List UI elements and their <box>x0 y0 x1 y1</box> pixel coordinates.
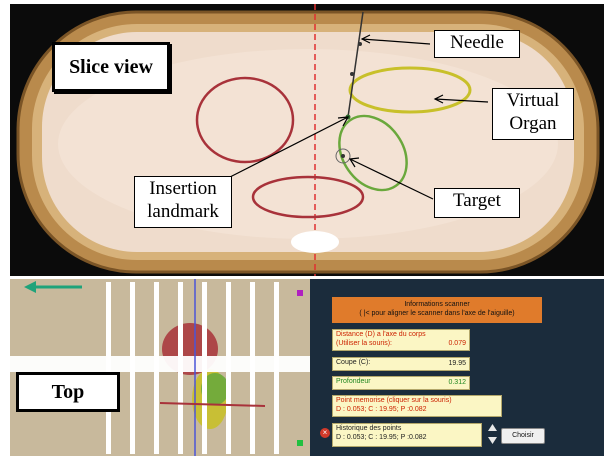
historique-value: D : 0.053; C : 19.95; P :0.082 <box>336 433 427 441</box>
slice-bar <box>178 282 183 454</box>
top-horizontal-bar <box>10 356 310 372</box>
virtual-organ-callout: Virtual Organ <box>492 88 574 140</box>
corner-marker-green <box>297 440 303 446</box>
info-header-title: Informations scanner <box>404 301 470 308</box>
top-view-canvas[interactable] <box>10 279 310 456</box>
chevron-down-icon <box>488 437 497 444</box>
coupe-box: Coupe (C): 19.95 <box>332 357 470 371</box>
slice-bar <box>106 282 111 454</box>
needle-dot-top <box>358 42 362 46</box>
insertion-landmark-callout: Insertion landmark <box>134 176 232 228</box>
slice-bar <box>130 282 135 454</box>
chevron-up-icon <box>488 424 497 431</box>
profondeur-label: Profondeur <box>336 378 371 385</box>
historique-box[interactable]: Historique des points D : 0.053; C : 19.… <box>332 423 482 447</box>
history-stepper[interactable] <box>487 423 498 445</box>
historique-label: Historique des points <box>336 425 402 432</box>
choose-button[interactable]: Choisir <box>501 428 545 444</box>
back-arrow-icon <box>24 281 36 293</box>
profondeur-box: Profondeur 0.312 <box>332 376 470 390</box>
distance-hint: (Utiliser la souris): <box>336 339 393 347</box>
slice-view-title: Slice view <box>52 42 170 92</box>
distance-box: Distance (D) a l'axe du corps (Utiliser … <box>332 329 470 351</box>
slice-bar <box>202 282 207 454</box>
needle-label: Needle <box>450 32 504 53</box>
virtual-organ-label-line2: Organ <box>509 113 557 134</box>
close-icon[interactable]: × <box>320 428 330 438</box>
slice-bar <box>250 282 255 454</box>
needle-dot-mid <box>350 72 354 76</box>
slice-view-panel[interactable]: Slice view Needle Virtual Organ Insertio… <box>10 4 604 276</box>
slice-bar <box>226 282 231 454</box>
distance-value: 0.079 <box>448 340 466 347</box>
insertion-label-line1: Insertion <box>149 178 217 199</box>
coupe-label: Coupe (C): <box>336 359 371 366</box>
target-label: Target <box>453 190 501 211</box>
target-center <box>341 154 345 158</box>
slice-bar <box>154 282 159 454</box>
spine-marker <box>291 231 339 253</box>
distance-label: Distance (D) a l'axe du corps <box>336 331 426 338</box>
virtual-organ-label-line1: Virtual <box>506 90 560 111</box>
needle-callout: Needle <box>434 30 520 58</box>
scanner-info-panel: Informations scanner ( |< pour aligner l… <box>318 279 604 456</box>
memorise-box: Point memorise (cliquer sur la souris) D… <box>332 395 502 417</box>
coupe-value: 19.95 <box>448 360 466 367</box>
info-header[interactable]: Informations scanner ( |< pour aligner l… <box>332 297 542 323</box>
lower-panel: Top Informations scanner ( |< pour align… <box>10 279 604 456</box>
memorise-value: D : 0.053; C : 19.95; P :0.082 <box>336 405 427 413</box>
insertion-label-line2: landmark <box>147 201 219 222</box>
slice-bar <box>274 282 279 454</box>
profondeur-value: 0.312 <box>448 379 466 386</box>
corner-marker-purple <box>297 290 303 296</box>
target-callout: Target <box>434 188 520 218</box>
memorise-label: Point memorise (cliquer sur la souris) <box>336 397 452 404</box>
top-view-title: Top <box>16 372 120 412</box>
info-header-subtitle: ( |< pour aligner le scanner dans l'axe … <box>359 310 515 317</box>
top-view-panel[interactable]: Top <box>10 279 310 456</box>
